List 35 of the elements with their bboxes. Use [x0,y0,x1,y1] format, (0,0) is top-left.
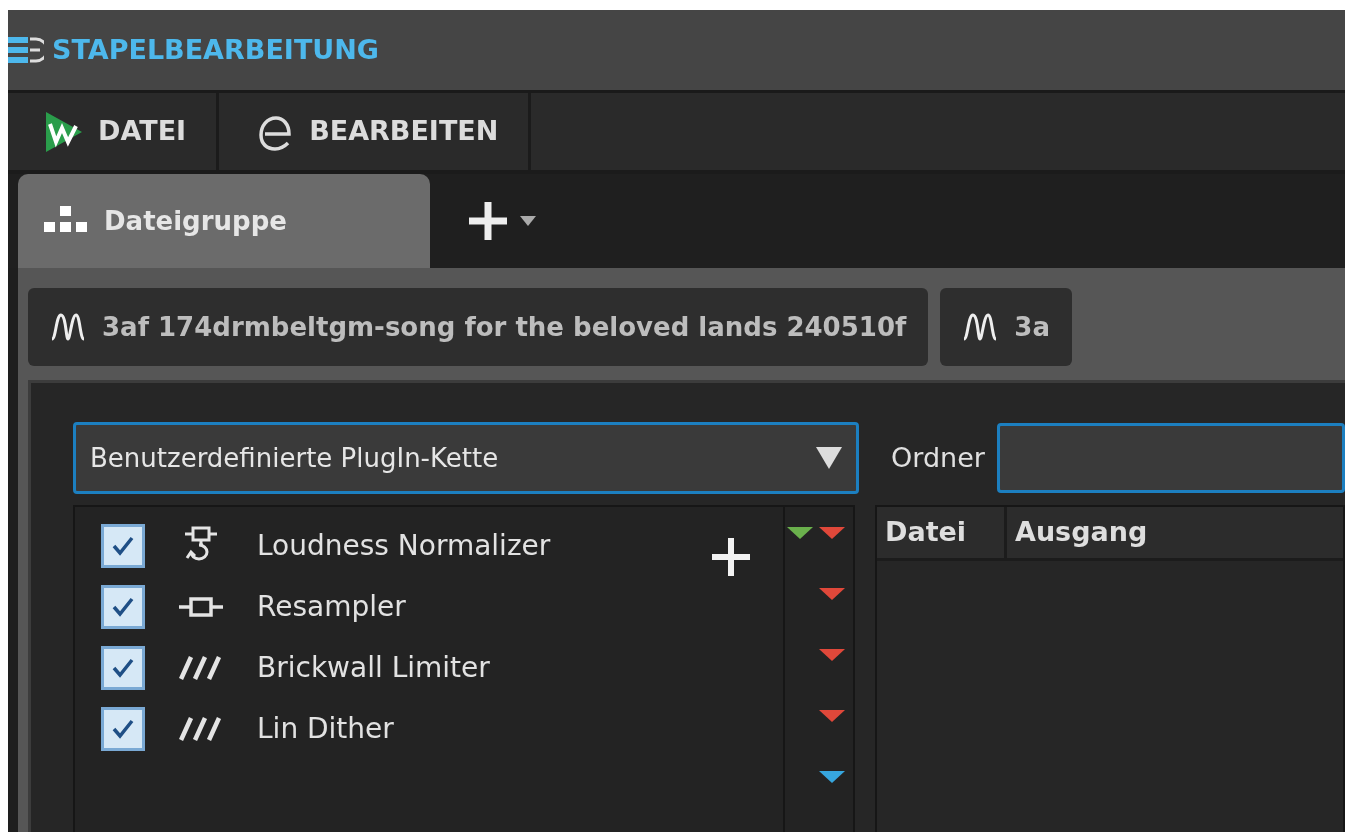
add-plugin-button[interactable] [709,535,753,579]
plugin-chain-dropdown[interactable]: Benutzerdefinierte PlugIn-Kette [73,422,859,494]
logo-icon [44,109,84,154]
waveform-icon [50,311,86,343]
plus-icon [466,199,510,243]
plugin-name: Resampler [257,588,406,625]
plugin-name: Lin Dither [257,710,394,747]
plus-icon [709,535,753,579]
checkmark-icon [112,535,134,556]
window-title: STAPELBEARBEITUNG [52,32,379,67]
checkbox[interactable] [101,584,145,629]
column-header[interactable]: Ausgang [1007,507,1343,558]
file-tab[interactable]: 3a [940,288,1072,366]
batch-list-icon [8,35,44,66]
menu-item[interactable]: DATEI [8,93,220,170]
plugin-name: Loudness Normalizer [257,527,551,564]
checkbox[interactable] [101,523,145,568]
checkmark-icon [112,718,134,739]
slashes-icon [179,715,223,742]
checkmark-icon [112,657,134,678]
tab[interactable]: Dateigruppe [18,174,430,268]
dropdown-arrow-icon [816,447,842,469]
checkbox[interactable] [101,706,145,751]
checkbox[interactable] [101,645,145,690]
resampler-icon [179,595,223,618]
menu-item[interactable]: BEARBEITEN [219,93,532,170]
waveform-icon [962,311,999,343]
folder-label: Ordner [891,440,985,475]
file-tab[interactable]: 3af 174drmbeltgm-song for the beloved lands 240510f [28,288,929,366]
column-header[interactable]: Datei [877,507,1007,558]
slashes-icon [179,654,223,681]
checkmark-icon [112,596,134,617]
folder-input-field[interactable] [996,423,1345,493]
caret-icon [520,216,536,226]
plugin-name: Brickwall Limiter [257,649,490,686]
